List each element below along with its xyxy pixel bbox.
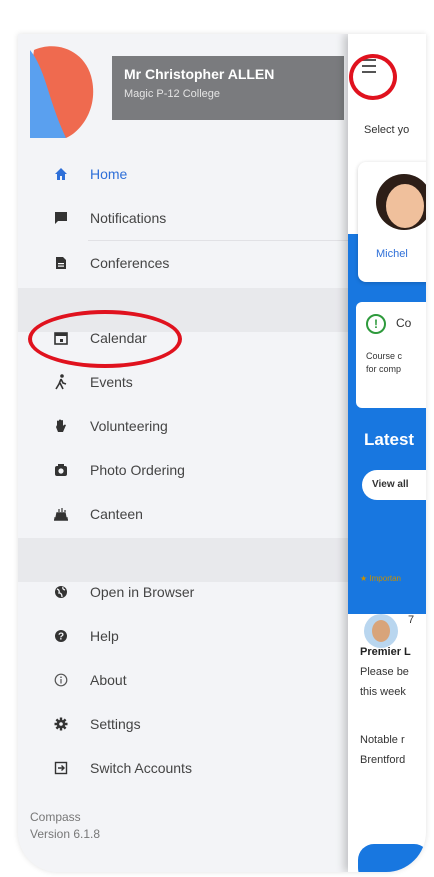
app-version-footer: Compass Version 6.1.8 xyxy=(30,809,100,843)
menu-label: Events xyxy=(90,374,133,390)
gear-icon xyxy=(52,715,70,733)
floating-action-button[interactable] xyxy=(358,844,426,872)
menu-item-volunteering[interactable]: Volunteering xyxy=(18,404,348,448)
person-avatar-face xyxy=(386,184,424,228)
post-author-face xyxy=(372,620,390,642)
school-name: Magic P-12 College xyxy=(124,88,220,100)
help-icon: ? xyxy=(52,627,70,645)
phone-screen: Mr Christopher ALLEN Magic P-12 College … xyxy=(18,34,426,872)
home-icon xyxy=(52,165,70,183)
menu-group-app: Open in Browser ? Help About Settings Sw… xyxy=(18,570,348,790)
info-icon xyxy=(52,671,70,689)
menu-item-open-in-browser[interactable]: Open in Browser xyxy=(18,570,348,614)
annotation-circle-hamburger xyxy=(349,54,397,100)
blue-section xyxy=(348,234,426,614)
menu-item-switch-accounts[interactable]: Switch Accounts xyxy=(18,746,348,790)
select-prompt: Select yo xyxy=(364,124,410,136)
menu-label: Conferences xyxy=(90,255,170,271)
menu-item-photo-ordering[interactable]: Photo Ordering xyxy=(18,448,348,492)
app-name: Compass xyxy=(30,810,81,824)
svg-text:?: ? xyxy=(58,632,64,643)
menu-label: Volunteering xyxy=(90,418,168,434)
menu-item-home[interactable]: Home xyxy=(18,152,348,196)
menu-item-about[interactable]: About xyxy=(18,658,348,702)
menu-label: Help xyxy=(90,628,119,644)
menu-label: About xyxy=(90,672,127,688)
canteen-icon xyxy=(52,505,70,523)
camera-icon xyxy=(52,461,70,479)
menu-label: Open in Browser xyxy=(90,584,195,600)
important-label: ★ Importan xyxy=(360,574,401,583)
post-text-line: Please be xyxy=(360,666,409,678)
person-card[interactable]: Michel xyxy=(358,162,426,282)
hand-icon xyxy=(52,417,70,435)
post-text-line: this week xyxy=(360,686,406,698)
user-name: Mr Christopher ALLEN xyxy=(124,66,275,82)
annotation-circle-calendar xyxy=(28,310,182,368)
post-text-line: Brentford xyxy=(360,754,406,766)
navigation-drawer: Mr Christopher ALLEN Magic P-12 College … xyxy=(18,34,348,872)
switch-icon xyxy=(52,759,70,777)
menu-item-notifications[interactable]: Notifications xyxy=(18,196,348,240)
menu-label: Notifications xyxy=(90,210,167,226)
menu-item-canteen[interactable]: Canteen xyxy=(18,492,348,536)
exclamation-icon: ! xyxy=(366,314,386,334)
notice-card[interactable]: ! Co Course c for comp xyxy=(356,302,426,408)
latest-heading: Latest xyxy=(364,430,415,449)
globe-icon xyxy=(52,583,70,601)
post-meta: 7 xyxy=(408,614,415,626)
post-title[interactable]: Premier L xyxy=(360,646,411,658)
menu-label: Settings xyxy=(90,716,141,732)
school-logo xyxy=(30,46,94,138)
app-version: Version 6.1.8 xyxy=(30,827,101,841)
important-text: Importan xyxy=(369,574,401,583)
view-all-button[interactable]: View all xyxy=(362,470,426,500)
menu-label: Photo Ordering xyxy=(90,462,185,478)
profile-header[interactable]: Mr Christopher ALLEN Magic P-12 College xyxy=(18,34,348,149)
menu-item-conferences[interactable]: Conferences xyxy=(18,241,348,285)
document-icon xyxy=(52,254,70,272)
notice-line: for comp xyxy=(366,364,402,374)
menu-item-events[interactable]: Events xyxy=(18,360,348,404)
menu-group-main: Home Notifications Conferences xyxy=(18,152,348,285)
notifications-icon xyxy=(52,209,70,227)
profile-name-block: Mr Christopher ALLEN Magic P-12 College xyxy=(112,56,344,120)
menu-item-settings[interactable]: Settings xyxy=(18,702,348,746)
menu-label: Canteen xyxy=(90,506,143,522)
walk-icon xyxy=(52,373,70,391)
menu-label: Home xyxy=(90,166,128,182)
menu-label: Switch Accounts xyxy=(90,760,192,776)
notice-text: Course c for comp xyxy=(366,350,402,376)
person-name: Michel xyxy=(376,248,408,260)
notice-title: Co xyxy=(396,316,412,330)
post-text-line: Notable r xyxy=(360,734,405,746)
menu-item-help[interactable]: ? Help xyxy=(18,614,348,658)
notice-line: Course c xyxy=(366,351,403,361)
main-content-peek[interactable]: Select yo Michel ! Co Course c for comp … xyxy=(348,34,426,872)
